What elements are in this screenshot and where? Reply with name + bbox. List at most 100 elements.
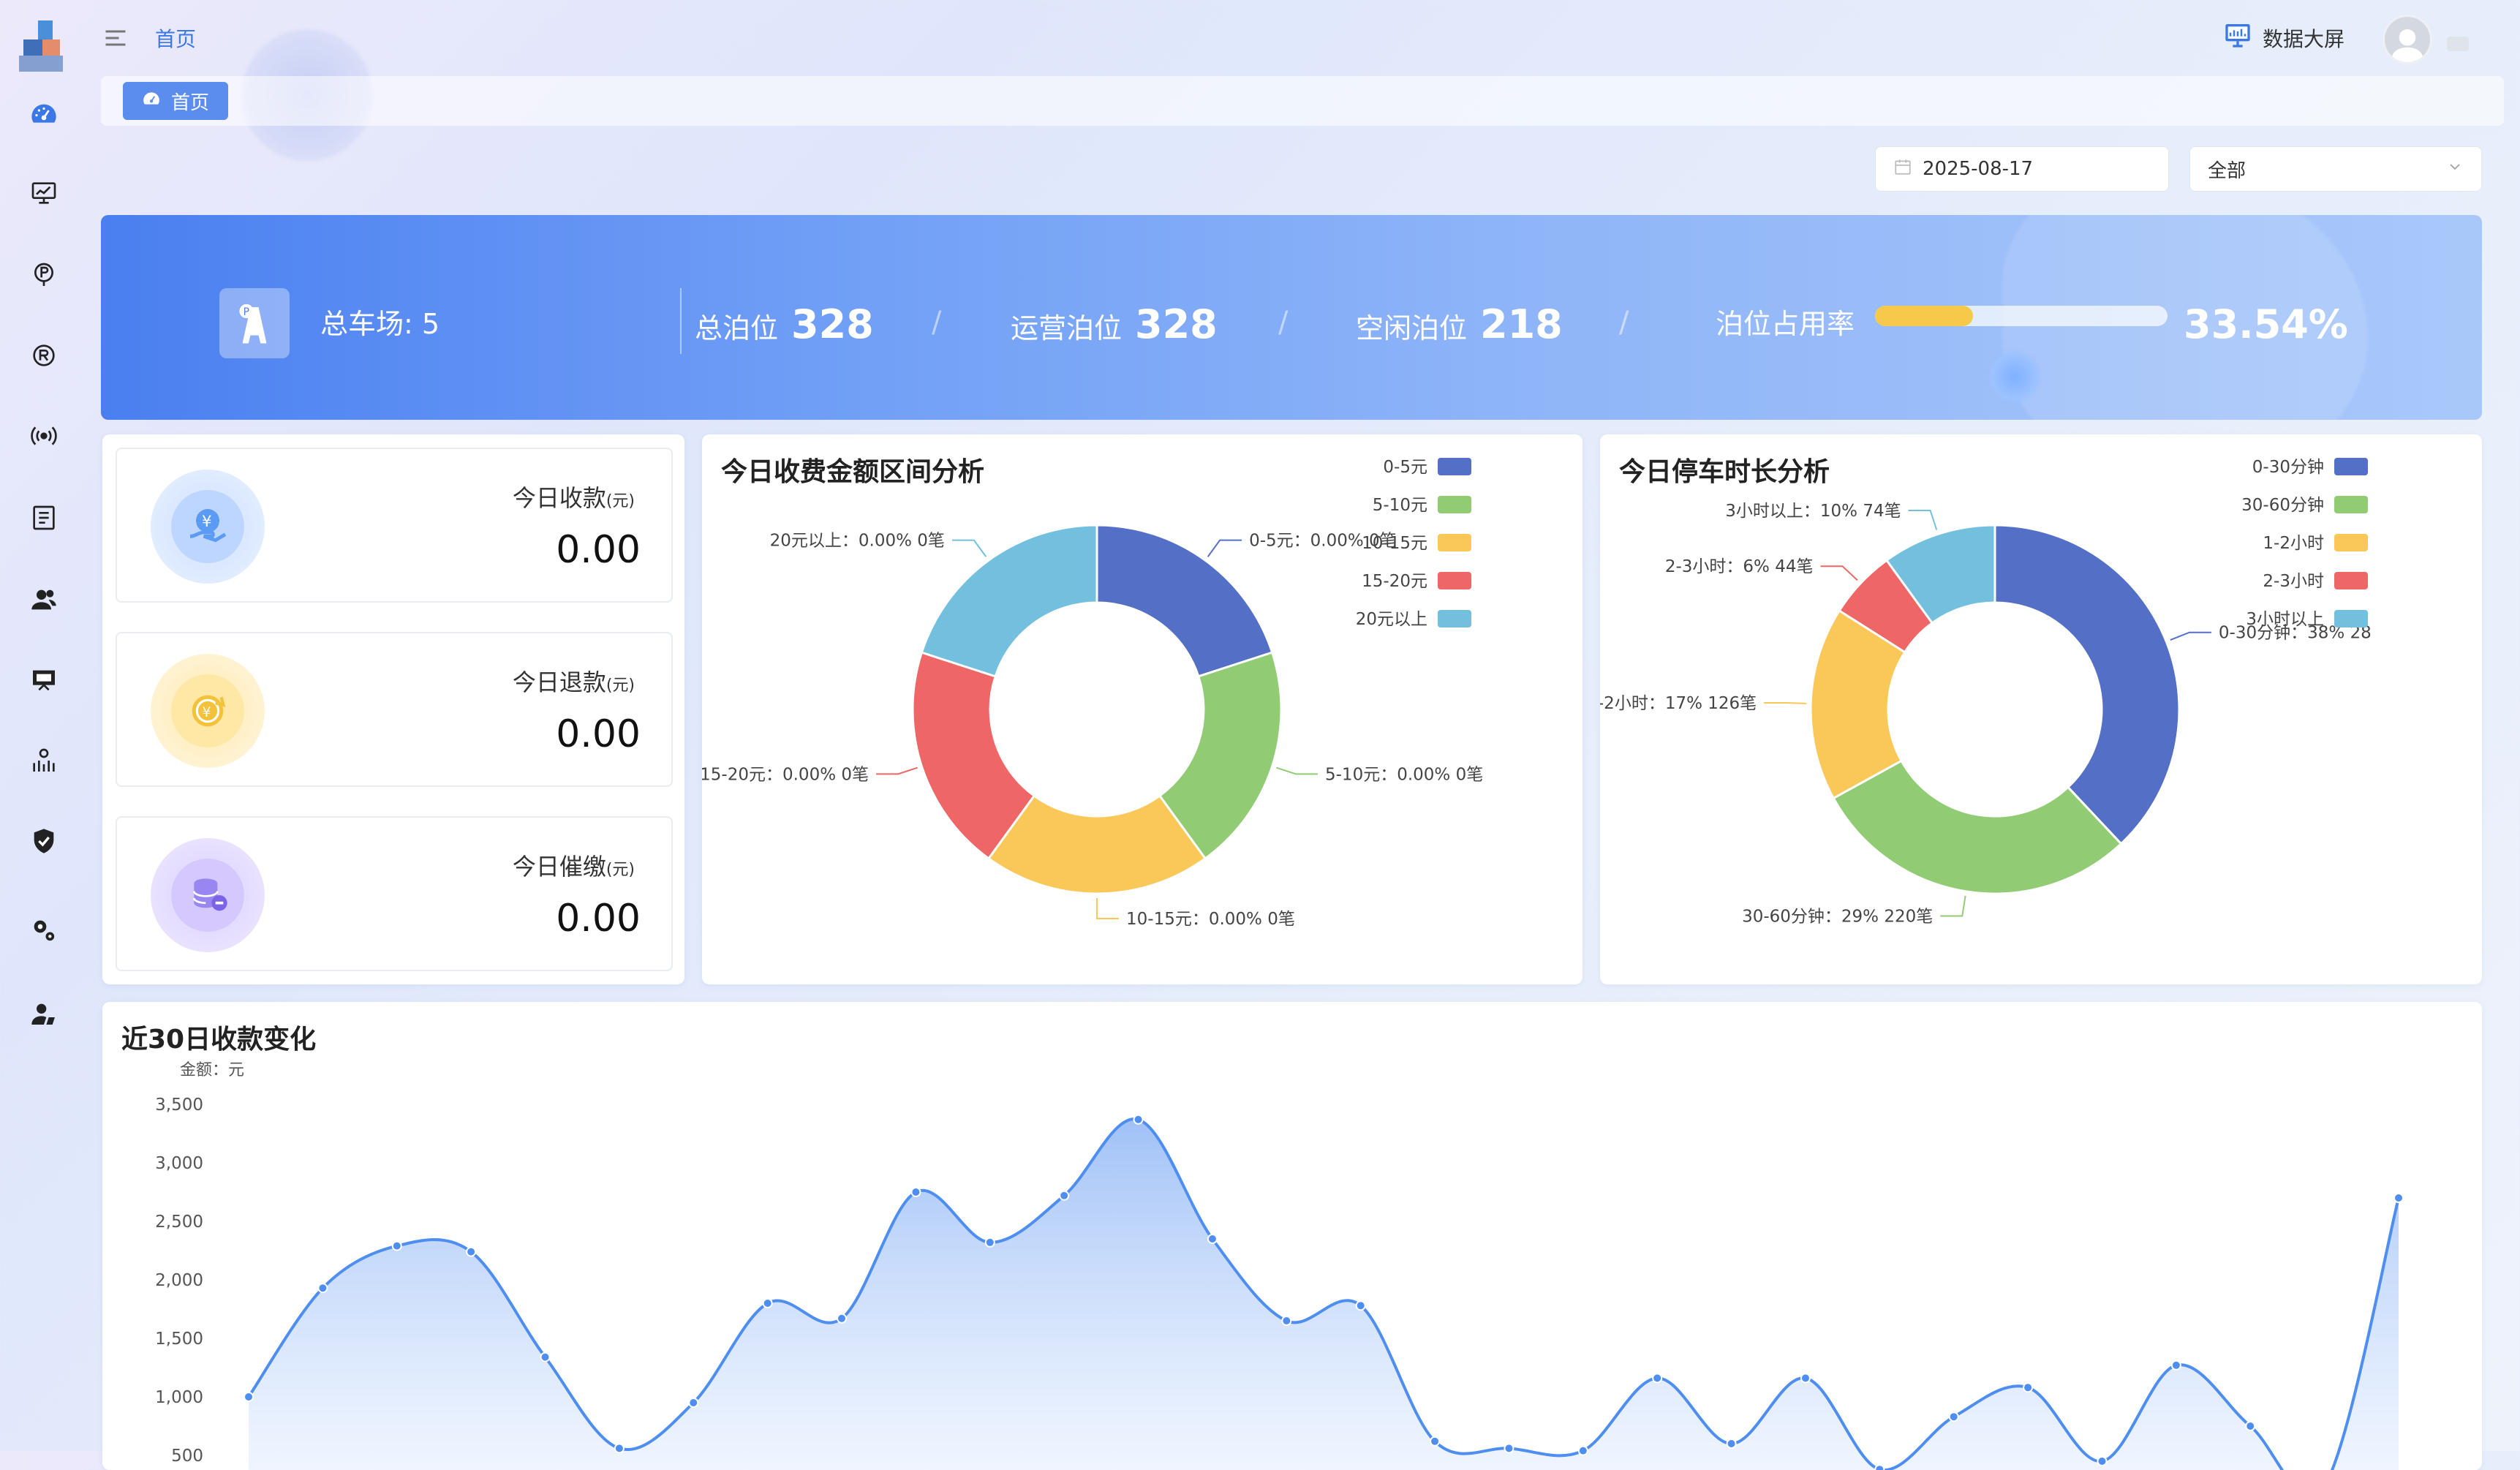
calendar-icon bbox=[1893, 157, 1912, 181]
breadcrumb-home[interactable]: 首页 bbox=[155, 23, 196, 53]
operating-berths-value: 328 bbox=[1135, 301, 1218, 347]
signal-icon[interactable] bbox=[26, 418, 61, 453]
monitor-icon[interactable] bbox=[26, 176, 61, 211]
date-value: 2025-08-17 bbox=[1923, 158, 2034, 180]
menu-toggle-icon[interactable] bbox=[102, 25, 129, 51]
pie-leader-line bbox=[875, 766, 918, 775]
pie-slice bbox=[1095, 524, 1274, 678]
parking-lot-icon: P bbox=[219, 288, 290, 358]
today-refund-value: 0.00 bbox=[556, 712, 641, 756]
legend-label: 3小时以上 bbox=[2246, 610, 2324, 629]
area-value: 全部 bbox=[2208, 159, 2247, 182]
monitor-chart-icon bbox=[2223, 20, 2252, 55]
legend-label: 0-30分钟 bbox=[2252, 458, 2324, 477]
collection-icon bbox=[151, 838, 265, 952]
y-tick-label: 1,500 bbox=[155, 1330, 203, 1349]
operating-berths-label: 运营泊位 bbox=[1011, 312, 1123, 344]
pie-data-label: 3小时以上：10% 74笔 bbox=[1725, 502, 1901, 521]
data-point bbox=[540, 1352, 551, 1362]
data-point bbox=[984, 1237, 995, 1248]
data-point bbox=[391, 1240, 402, 1251]
legend-label: 20元以上 bbox=[1356, 610, 1427, 629]
operating-berths: 运营泊位 328 bbox=[1011, 301, 1218, 347]
data-point bbox=[1430, 1436, 1441, 1447]
settings-icon[interactable] bbox=[26, 913, 61, 948]
total-berths-label: 总泊位 bbox=[695, 312, 779, 344]
occupancy-rate-value: 33.54% bbox=[2184, 301, 2348, 347]
dashboard-icon bbox=[142, 89, 161, 113]
data-point bbox=[1726, 1439, 1737, 1449]
pie-leader-line bbox=[1207, 539, 1242, 557]
today-collection-card: 今日催缴(元) 0.00 bbox=[116, 816, 673, 971]
legend-label: 10-15元 bbox=[1362, 534, 1427, 553]
summary-banner: P 总车场: 5 总泊位 328 / 运营泊位 328 / 空闲泊位 218 /… bbox=[101, 215, 2482, 420]
data-point bbox=[1207, 1234, 1218, 1244]
occupancy-label-text: 泊位占用率 bbox=[1716, 308, 1855, 340]
parking-icon[interactable] bbox=[26, 257, 61, 293]
dashboard-icon[interactable] bbox=[26, 97, 61, 132]
legend-swatch bbox=[2334, 534, 2368, 551]
user-avatar[interactable] bbox=[2383, 15, 2432, 64]
area-fill bbox=[249, 1119, 2399, 1470]
pie-leader-line bbox=[1096, 898, 1119, 919]
svg-text:¥: ¥ bbox=[203, 705, 211, 720]
today-stats-panel: ¥ 今日收款(元) 0.00 ¥ 今日退款(元) 0.00 今日催缴(元) 0.… bbox=[102, 434, 684, 984]
list-icon[interactable] bbox=[26, 500, 61, 535]
y-axis-label: 金额：元 bbox=[180, 1061, 244, 1079]
pie-leader-line bbox=[1764, 702, 1807, 704]
user-menu-caret[interactable] bbox=[2447, 37, 2469, 51]
pie-slice bbox=[1993, 524, 2181, 845]
data-point bbox=[244, 1392, 254, 1402]
duration-donut-svg: 0-30分钟：38% 2830-60分钟：29% 220笔1-2小时：17% 1… bbox=[1600, 458, 2372, 926]
y-tick-label: 3,500 bbox=[155, 1096, 203, 1115]
data-point bbox=[1133, 1114, 1144, 1125]
lots-label: 总车场: 5 bbox=[320, 308, 440, 340]
date-picker[interactable]: 2025-08-17 bbox=[1875, 146, 2169, 192]
lots-count: 总车场: 5 bbox=[320, 301, 440, 342]
income-unit: (元) bbox=[606, 492, 635, 510]
refund-icon: ¥ bbox=[151, 654, 265, 768]
area-select[interactable]: 全部 bbox=[2189, 146, 2482, 192]
pie-leader-line bbox=[951, 539, 987, 557]
idle-berths-label: 空闲泊位 bbox=[1356, 312, 1468, 344]
users-icon[interactable] bbox=[26, 582, 61, 617]
banner-divider bbox=[680, 288, 682, 354]
statistics-icon[interactable] bbox=[26, 743, 61, 778]
today-refund-card: ¥ 今日退款(元) 0.00 bbox=[116, 632, 673, 787]
data-point bbox=[466, 1246, 477, 1257]
banner-separator: / bbox=[1619, 306, 1629, 339]
legend-label: 0-5元 bbox=[1383, 458, 1427, 477]
today-collection-value: 0.00 bbox=[556, 897, 641, 941]
presentation-icon[interactable] bbox=[26, 663, 61, 698]
tab-home[interactable]: 首页 bbox=[123, 82, 229, 120]
user-admin-icon[interactable] bbox=[26, 996, 61, 1031]
income-label-text: 今日收款 bbox=[512, 484, 606, 512]
today-refund-label: 今日退款(元) bbox=[513, 664, 635, 698]
banner-separator: / bbox=[1278, 306, 1289, 339]
tab-home-label: 首页 bbox=[171, 91, 210, 114]
income-trend-chart: 近30日收款变化 金额：元 3,500 3,000 2,500 2,000 1,500 1,… bbox=[102, 1002, 2482, 1470]
y-tick-label: 1,000 bbox=[155, 1388, 203, 1407]
fee-icon[interactable] bbox=[26, 338, 61, 373]
legend-label: 1-2小时 bbox=[2263, 534, 2324, 553]
legend-swatch bbox=[1438, 572, 1471, 589]
data-point bbox=[2097, 1456, 2108, 1466]
pie-slice bbox=[920, 524, 1098, 678]
tabs-bar: 首页 bbox=[101, 76, 2504, 126]
idle-berths: 空闲泊位 218 bbox=[1356, 301, 1563, 347]
occupancy-progress-bar bbox=[1875, 306, 2168, 326]
pie-data-label: 5-10元：0.00% 0笔 bbox=[1325, 765, 1483, 784]
pie-leader-line bbox=[1820, 565, 1858, 581]
app-logo[interactable] bbox=[16, 16, 67, 73]
amount-distribution-chart: 今日收费金额区间分析 0-5元：0.00% 0笔 5-10元：0.00% 0笔 10… bbox=[702, 434, 1582, 984]
data-point bbox=[2023, 1382, 2034, 1393]
background-bubble bbox=[1989, 351, 2040, 402]
big-screen-button[interactable]: 数据大屏 bbox=[2223, 20, 2344, 55]
trend-area-svg: 金额：元 3,500 3,000 2,500 2,000 1,500 1,000 500 bbox=[155, 1061, 2404, 1470]
legend-swatch bbox=[1438, 610, 1471, 627]
shield-icon[interactable] bbox=[26, 823, 61, 859]
data-point bbox=[2170, 1360, 2181, 1371]
occupancy-label: 泊位占用率 bbox=[1716, 301, 1855, 342]
occupancy-progress-fill bbox=[1875, 306, 1974, 326]
income-icon: ¥ bbox=[151, 470, 265, 584]
